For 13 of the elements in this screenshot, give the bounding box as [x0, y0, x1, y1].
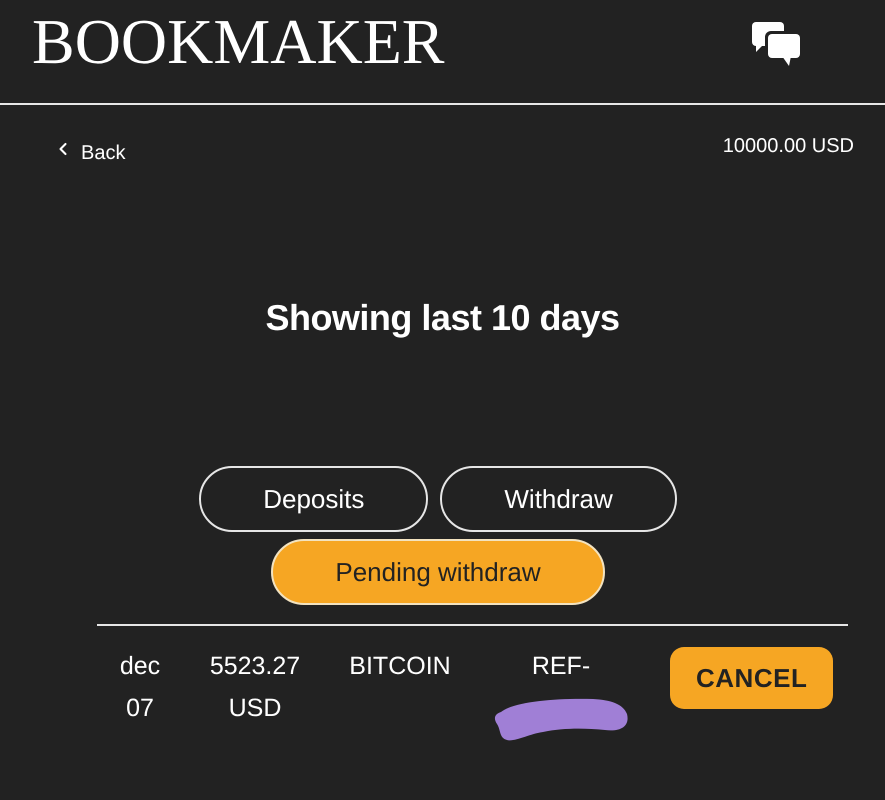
table-cell-text: 5523.27 USD: [208, 651, 302, 724]
chat-bubbles-icon[interactable]: [752, 22, 800, 66]
back-link[interactable]: Back: [53, 141, 126, 165]
table-cell-text: BITCOIN: [348, 651, 452, 682]
cancel-button[interactable]: CANCEL: [670, 647, 834, 709]
filter-tab[interactable]: Deposits: [199, 466, 428, 532]
balance-text: 10000.00 USD: [722, 134, 854, 158]
table-cell-text: dec 07: [118, 651, 162, 724]
logo[interactable]: BOOKMAKER: [32, 10, 444, 74]
page-title: Showing last 10 days: [264, 296, 621, 340]
filter-tab[interactable]: Pending withdraw: [271, 539, 605, 605]
table-cell-text: REF-: [532, 651, 590, 682]
filter-tab[interactable]: Withdraw: [440, 466, 677, 532]
